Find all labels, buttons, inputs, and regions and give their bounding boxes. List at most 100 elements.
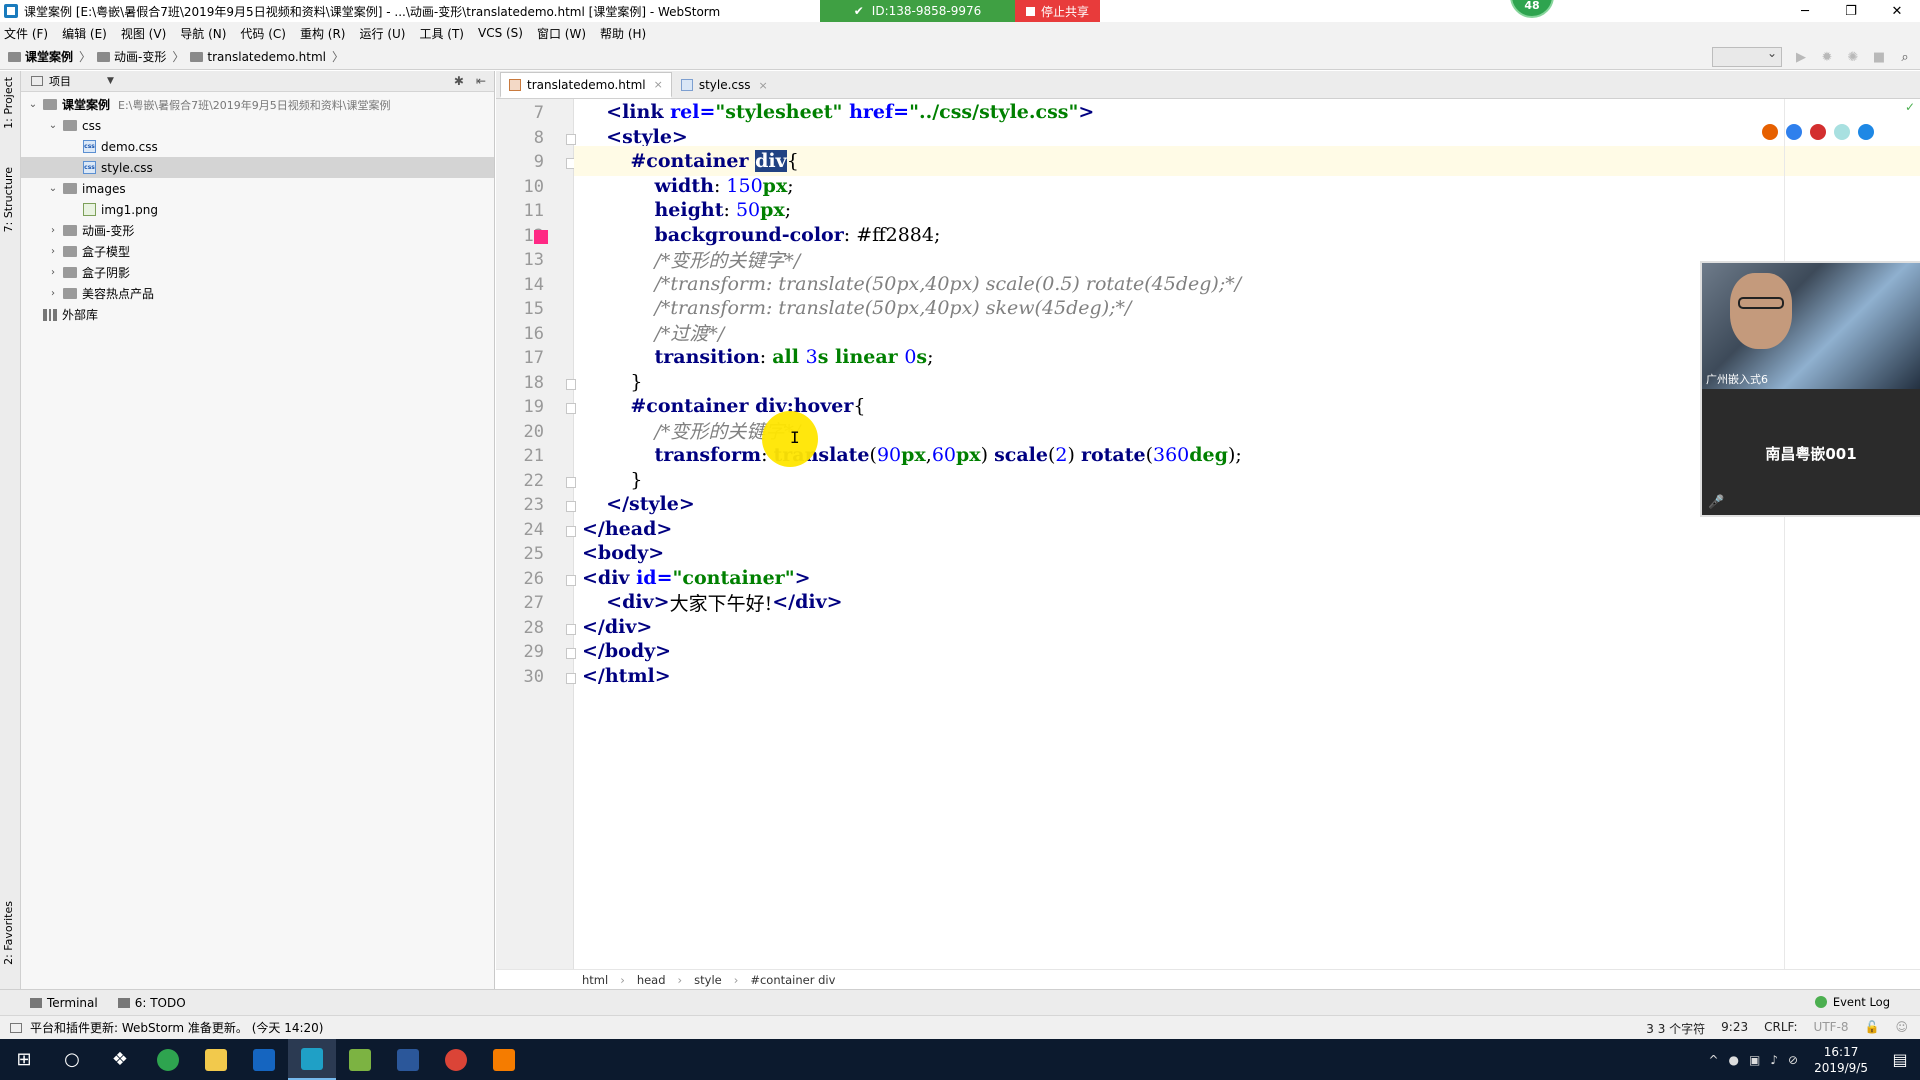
screen-share-app-icon[interactable] bbox=[480, 1039, 528, 1080]
run-icon[interactable]: ▶ bbox=[1794, 50, 1808, 65]
start-button[interactable]: ⊞ bbox=[0, 1039, 48, 1080]
tree-item[interactable]: ⌄ css bbox=[21, 115, 494, 136]
collapsed-arrow-icon[interactable]: › bbox=[47, 246, 59, 257]
chrome-taskbar-icon[interactable] bbox=[432, 1039, 480, 1080]
stop-icon[interactable]: ■ bbox=[1872, 50, 1886, 65]
stop-share-button[interactable]: 停止共享 bbox=[1015, 0, 1100, 22]
css-file-icon: css bbox=[83, 161, 96, 174]
code-token: "stylesheet" bbox=[715, 101, 843, 123]
status-panel-icon[interactable] bbox=[10, 1022, 22, 1033]
close-tab-icon[interactable]: × bbox=[654, 78, 663, 91]
search-icon[interactable]: ⌕ bbox=[1898, 50, 1912, 65]
menu-item[interactable]: 帮助 (H) bbox=[600, 25, 646, 42]
path-bar-item[interactable]: style bbox=[694, 973, 722, 987]
line-separator[interactable]: CRLF: bbox=[1764, 1020, 1797, 1037]
menu-item[interactable]: 运行 (U) bbox=[360, 25, 406, 42]
tree-item[interactable]: ⌄ images bbox=[21, 178, 494, 199]
menu-item[interactable]: 代码 (C) bbox=[240, 25, 286, 42]
tree-item[interactable]: 外部库 bbox=[21, 304, 494, 325]
collapsed-arrow-icon[interactable]: › bbox=[47, 225, 59, 236]
app-green-icon[interactable] bbox=[144, 1039, 192, 1080]
close-button[interactable]: ✕ bbox=[1874, 0, 1920, 22]
todo-tool-button[interactable]: 6: TODO bbox=[117, 996, 186, 1010]
cortana-icon[interactable]: ○ bbox=[48, 1039, 96, 1080]
collapsed-arrow-icon[interactable]: › bbox=[47, 267, 59, 278]
restore-button[interactable]: ❐ bbox=[1828, 0, 1874, 22]
code-token: "container" bbox=[672, 566, 795, 589]
structure-tool-tab[interactable]: 7: Structure bbox=[2, 167, 15, 232]
file-explorer-icon[interactable] bbox=[192, 1039, 240, 1080]
caret-position[interactable]: 9:23 bbox=[1721, 1020, 1748, 1037]
volume-icon[interactable]: ♪ bbox=[1770, 1053, 1778, 1067]
color-swatch-icon[interactable] bbox=[534, 229, 548, 244]
debug-icon[interactable]: ✹ bbox=[1820, 50, 1834, 65]
app-u-icon[interactable] bbox=[240, 1039, 288, 1080]
minimize-button[interactable]: ─ bbox=[1782, 0, 1828, 22]
lock-icon[interactable]: 🔓 bbox=[1865, 1020, 1880, 1037]
hide-panel-icon[interactable]: ⇤ bbox=[476, 74, 486, 88]
menu-item[interactable]: 视图 (V) bbox=[121, 25, 166, 42]
code-token: ; bbox=[787, 174, 794, 197]
menu-item[interactable]: 重构 (R) bbox=[300, 25, 346, 42]
line-number: 24 bbox=[523, 519, 544, 540]
app-notepad-icon[interactable] bbox=[336, 1039, 384, 1080]
path-bar-item[interactable]: #container div bbox=[750, 973, 835, 987]
file-encoding[interactable]: UTF-8 bbox=[1814, 1020, 1849, 1037]
tree-item[interactable]: img1.png bbox=[21, 199, 494, 220]
firefox-icon[interactable] bbox=[1762, 124, 1778, 140]
favorites-tool-tab[interactable]: 2: Favorites bbox=[2, 901, 15, 965]
close-tab-icon[interactable]: × bbox=[759, 79, 768, 92]
word-icon[interactable] bbox=[384, 1039, 432, 1080]
collapsed-arrow-icon[interactable]: › bbox=[47, 288, 59, 299]
menu-item[interactable]: 文件 (F) bbox=[4, 25, 48, 42]
code-editor[interactable]: 7891011121314151617181920212223242526272… bbox=[496, 99, 1920, 969]
event-log-button[interactable]: Event Log bbox=[1814, 995, 1890, 1009]
expanded-arrow-icon[interactable]: ⌄ bbox=[47, 183, 59, 194]
code-token: rel= bbox=[670, 101, 716, 123]
breadcrumb-item[interactable]: translatedemo.html 〉 bbox=[190, 48, 344, 65]
code-line[interactable]: </html> bbox=[574, 661, 1920, 691]
tray-app-icon[interactable]: ● bbox=[1729, 1053, 1739, 1067]
menu-item[interactable]: 窗口 (W) bbox=[537, 25, 586, 42]
tray-expand-icon[interactable]: ^ bbox=[1708, 1053, 1718, 1067]
tree-item[interactable]: css demo.css bbox=[21, 136, 494, 157]
inspector-icon[interactable]: ☺ bbox=[1895, 1020, 1908, 1037]
safari-icon[interactable] bbox=[1858, 124, 1874, 140]
chevron-down-icon[interactable]: ▼ bbox=[107, 76, 114, 86]
clock[interactable]: 16:17 2019/9/5 bbox=[1814, 1044, 1868, 1076]
tree-item[interactable]: › 美容热点产品 bbox=[21, 283, 494, 304]
tree-item[interactable]: › 盒子模型 bbox=[21, 241, 494, 262]
coverage-icon[interactable]: ✺ bbox=[1846, 50, 1860, 65]
action-center-icon[interactable]: ▤ bbox=[1880, 1039, 1920, 1080]
breadcrumb-item[interactable]: 课堂案例〉 bbox=[8, 48, 91, 65]
editor-tab[interactable]: translatedemo.html × bbox=[500, 72, 672, 98]
tree-item[interactable]: › 动画-变形 bbox=[21, 220, 494, 241]
terminal-tool-button[interactable]: Terminal bbox=[30, 996, 98, 1010]
tree-item[interactable]: css style.css bbox=[21, 157, 494, 178]
breadcrumb-item[interactable]: 动画-变形〉 bbox=[97, 48, 184, 65]
run-configuration-select[interactable] bbox=[1712, 46, 1782, 67]
chrome-icon[interactable] bbox=[1786, 124, 1802, 140]
status-message[interactable]: 平台和插件更新: WebStorm 准备更新。 (今天 14:20) bbox=[30, 1019, 324, 1036]
project-view-label[interactable]: 项目 bbox=[49, 73, 71, 89]
task-view-icon[interactable]: ❖ bbox=[96, 1039, 144, 1080]
network-icon[interactable]: ▣ bbox=[1749, 1053, 1760, 1067]
menu-item[interactable]: VCS (S) bbox=[478, 26, 523, 40]
tree-item[interactable]: ⌄ 课堂案例 E:\粤嵌\暑假合7班\2019年9月5日视频和资料\课堂案例 bbox=[21, 94, 494, 115]
path-bar-item[interactable]: head bbox=[637, 973, 666, 987]
opera-icon[interactable] bbox=[1810, 124, 1826, 140]
expanded-arrow-icon[interactable]: ⌄ bbox=[27, 99, 39, 110]
tree-item[interactable]: › 盒子阴影 bbox=[21, 262, 494, 283]
menu-item[interactable]: 工具 (T) bbox=[419, 25, 464, 42]
expanded-arrow-icon[interactable]: ⌄ bbox=[47, 120, 59, 131]
path-bar-item[interactable]: html bbox=[582, 973, 608, 987]
webstorm-taskbar-icon[interactable] bbox=[288, 1039, 336, 1080]
gear-icon[interactable]: ✱ bbox=[454, 74, 464, 88]
project-tool-tab[interactable]: 1: Project bbox=[2, 77, 15, 129]
editor-tab[interactable]: style.css × bbox=[672, 72, 777, 98]
menu-item[interactable]: 编辑 (E) bbox=[62, 25, 107, 42]
ie-icon[interactable] bbox=[1834, 124, 1850, 140]
code-area[interactable]: <link rel= "stylesheet" href= "../css/styl… bbox=[574, 99, 1920, 969]
menu-item[interactable]: 导航 (N) bbox=[180, 25, 226, 42]
ime-icon[interactable]: ⊘ bbox=[1788, 1053, 1798, 1067]
